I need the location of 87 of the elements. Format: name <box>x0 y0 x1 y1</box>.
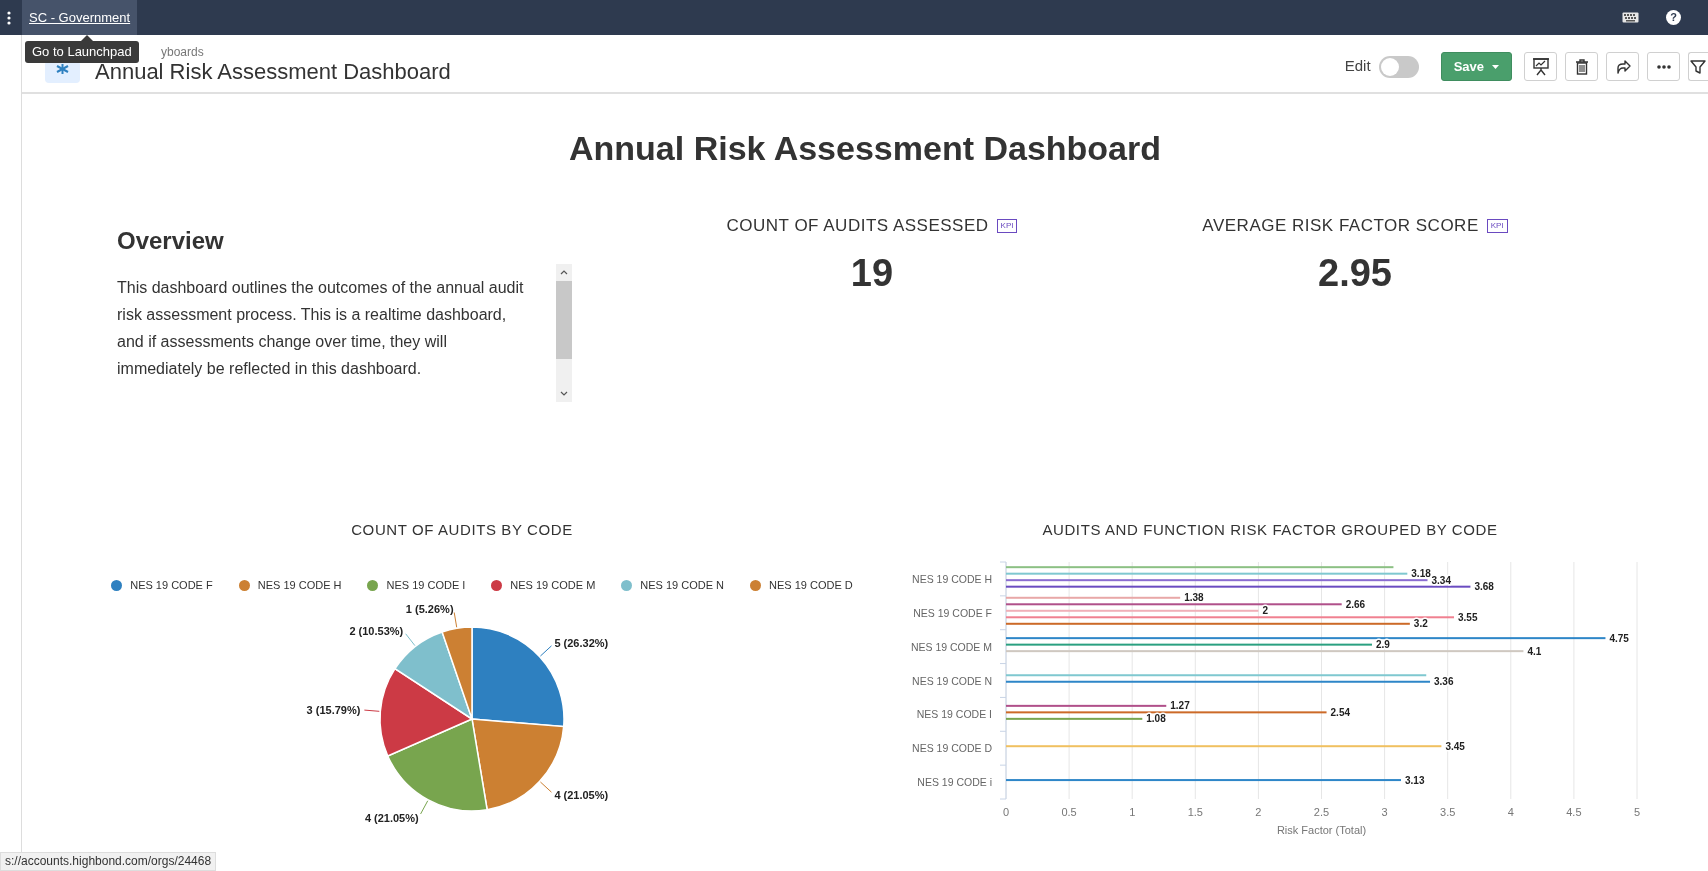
slice-label: 1 (5.26%) <box>405 602 454 615</box>
bar-value-label: 2.9 <box>1376 639 1390 651</box>
legend-item[interactable]: NES 19 CODE F <box>111 577 213 594</box>
legend-item[interactable]: NES 19 CODE I <box>367 577 466 594</box>
overview-text: This dashboard outlines the outcomes of the annual audit risk assessment process. This is a realtime dashboard, and if assessments change over time, they will immediately be reflected in this dashboard. <box>117 278 525 379</box>
more-icon <box>1656 64 1671 69</box>
bar-value-label: 1.08 <box>1146 713 1166 725</box>
leader-line <box>420 799 429 814</box>
category-label: NES 19 CODE i <box>917 776 992 789</box>
keyboard-icon[interactable] <box>1622 12 1639 23</box>
kpi-tag: KPI <box>1486 219 1508 233</box>
category-label: NES 19 CODE M <box>910 640 992 653</box>
app-icon <box>45 61 80 83</box>
legend-item[interactable]: NES 19 CODE D <box>750 577 853 594</box>
status-url: s://accounts.highbond.com/orgs/24468 <box>0 852 217 871</box>
axis-tick-label: 0.5 <box>1061 806 1077 818</box>
category-label: NES 19 CODE D <box>912 742 992 755</box>
edit-toggle[interactable] <box>1378 55 1419 78</box>
axis-tick-label: 4 <box>1507 806 1514 818</box>
grip-icon[interactable] <box>6 10 12 25</box>
axis-title: Risk Factor (Total) <box>1276 824 1367 836</box>
bar-value-label: 3.55 <box>1458 611 1478 623</box>
bar-value-label: 3.34 <box>1431 574 1451 586</box>
scrollbar[interactable] <box>556 264 572 402</box>
leader-line <box>405 632 416 646</box>
kpi-label: COUNT OF AUDITS ASSESSED <box>726 216 989 236</box>
bar-value-label: 2 <box>1262 605 1268 617</box>
kpi-tag: KPI <box>996 219 1018 233</box>
dashboard-title: Annual Risk Assessment Dashboard <box>568 128 1162 168</box>
bar-value-label: 4.75 <box>1609 632 1629 644</box>
scroll-up-icon[interactable] <box>560 270 568 275</box>
kpi-label: AVERAGE RISK FACTOR SCORE <box>1202 216 1479 236</box>
category-label: NES 19 CODE I <box>916 708 992 721</box>
axis-tick-label: 4.5 <box>1566 806 1582 818</box>
leader-line <box>539 644 552 656</box>
bar-value-label: 3.2 <box>1413 618 1428 630</box>
slice-label: 4 (21.05%) <box>554 788 609 801</box>
bar-value-label: 3.18 <box>1411 568 1431 580</box>
axis-tick-label: 3 <box>1381 806 1388 818</box>
bar-value-label: 4.1 <box>1527 645 1542 657</box>
leader-line <box>363 709 380 712</box>
org-link[interactable]: SC - Government <box>22 0 138 35</box>
share-button[interactable] <box>1606 52 1639 81</box>
axis-tick-label: 1.5 <box>1187 806 1203 818</box>
kpi-value: 2.95 <box>1318 251 1392 296</box>
bar-value-label: 1.27 <box>1170 700 1190 712</box>
filter-icon <box>1689 57 1707 76</box>
presentation-icon <box>1531 57 1550 76</box>
axis-tick-label: 3.5 <box>1440 806 1456 818</box>
breadcrumb[interactable]: yboards <box>161 35 451 59</box>
bar-value-label: 3.45 <box>1445 740 1465 752</box>
trash-button[interactable] <box>1565 52 1598 81</box>
axis-tick-label: 1 <box>1129 806 1136 818</box>
slice-label: 3 (15.79%) <box>306 703 361 716</box>
chart-title: COUNT OF AUDITS BY CODE <box>351 520 573 540</box>
help-button[interactable]: ? <box>1666 10 1681 25</box>
bar-value-label: 2.54 <box>1330 706 1350 718</box>
category-label: NES 19 CODE N <box>912 674 992 687</box>
bar-value-label: 3.36 <box>1434 676 1454 688</box>
tooltip-arrow <box>81 35 93 41</box>
axis-tick-label: 2 <box>1255 806 1262 818</box>
leader-line <box>453 611 458 628</box>
bar-value-label: 1.38 <box>1184 592 1204 604</box>
legend-item[interactable]: NES 19 CODE M <box>491 577 596 594</box>
caret-icon <box>1492 64 1499 69</box>
bar-value-label: 2.66 <box>1345 598 1366 610</box>
kpi-value: 19 <box>850 251 894 296</box>
slice-label: 4 (21.05%) <box>364 811 419 823</box>
presentation-button[interactable] <box>1524 52 1557 81</box>
slice-label: 2 (10.53%) <box>349 624 404 637</box>
bar-value-label: 3.13 <box>1405 774 1425 786</box>
chart-title: AUDITS AND FUNCTION RISK FACTOR GROUPED BY CODE <box>1041 520 1499 540</box>
legend-item[interactable]: NES 19 CODE N <box>621 577 725 594</box>
more-button[interactable] <box>1647 52 1680 81</box>
bar-value-label: 3.68 <box>1474 581 1494 593</box>
legend-item[interactable]: NES 19 CODE H <box>238 577 342 594</box>
axis-tick-label: 5 <box>1633 806 1641 818</box>
slice-label: 5 (26.32%) <box>554 636 609 649</box>
scroll-down-icon[interactable] <box>560 391 568 396</box>
category-label: NES 19 CODE H <box>912 572 992 585</box>
axis-tick-label: 2.5 <box>1313 806 1330 818</box>
category-label: NES 19 CODE F <box>913 606 992 619</box>
leader-line <box>539 781 552 793</box>
filter-button[interactable] <box>1688 52 1708 81</box>
edit-label: Edit <box>1344 56 1371 77</box>
overview-heading: Overview <box>117 226 225 256</box>
axis-tick-label: 0 <box>1002 806 1010 818</box>
